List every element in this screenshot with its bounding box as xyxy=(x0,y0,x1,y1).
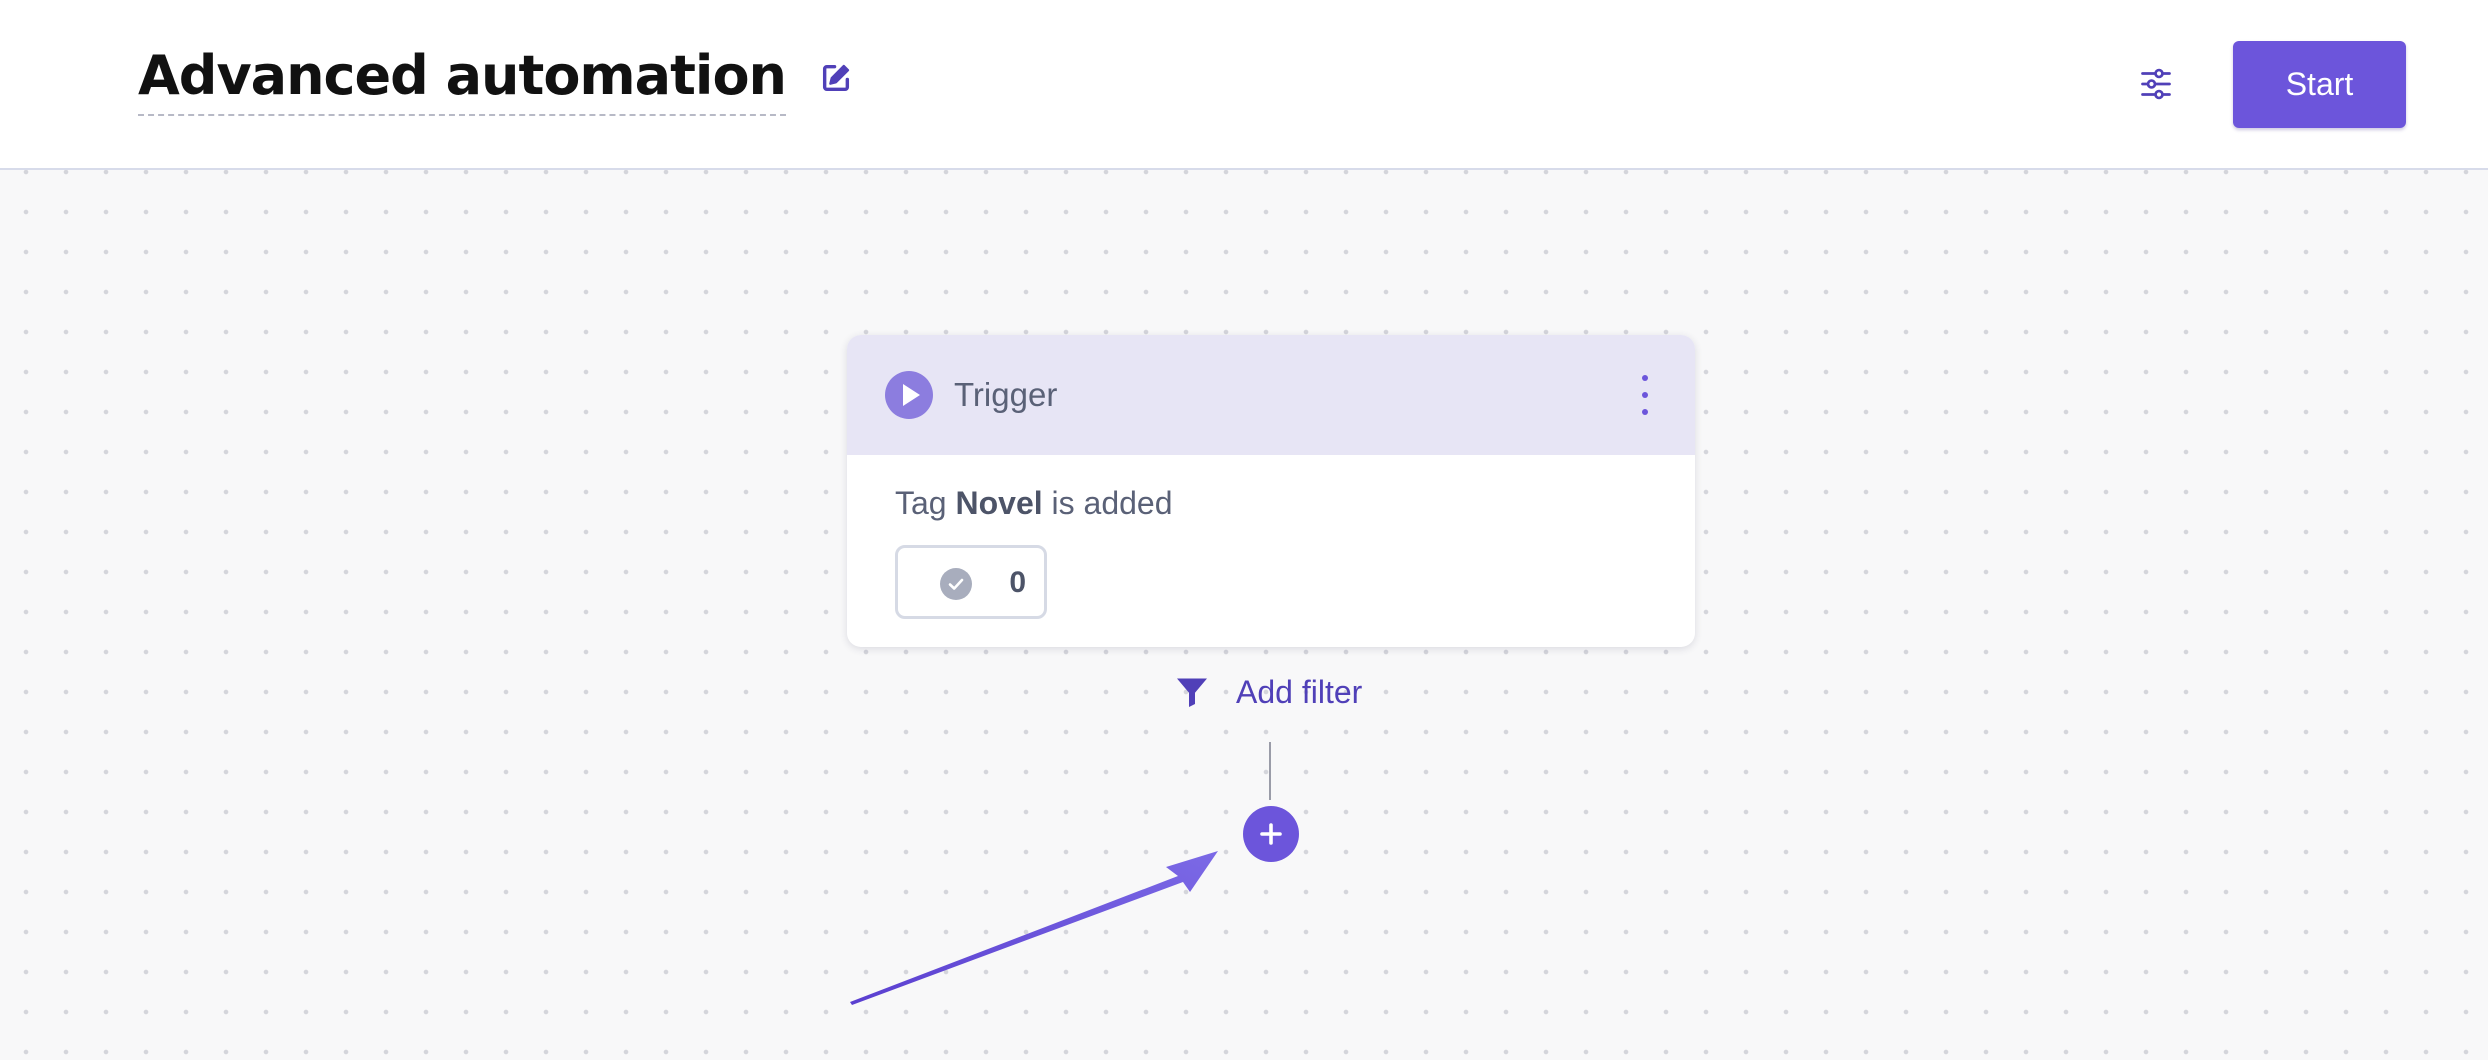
settings-button[interactable] xyxy=(2134,62,2178,106)
play-icon xyxy=(885,371,933,419)
trigger-card-title: Trigger xyxy=(954,376,1058,413)
start-button[interactable]: Start xyxy=(2233,41,2406,128)
trigger-description-prefix: Tag xyxy=(895,485,947,521)
sliders-icon xyxy=(2141,68,2171,100)
top-bar: Advanced automation Start xyxy=(0,0,2488,170)
completed-count-badge[interactable]: 0 xyxy=(895,545,1047,619)
page-title[interactable]: Advanced automation xyxy=(138,40,787,116)
trigger-description-suffix: is added xyxy=(1051,485,1173,521)
more-vertical-icon xyxy=(1642,375,1648,381)
edit-icon xyxy=(822,64,850,92)
more-options-button[interactable] xyxy=(1635,375,1655,415)
trigger-description: Tag Novel is added xyxy=(895,481,1173,525)
flow-connector-line xyxy=(1269,742,1271,800)
filter-icon xyxy=(1172,672,1212,712)
add-step-button[interactable] xyxy=(1243,806,1299,862)
title-area: Advanced automation xyxy=(138,40,856,116)
edit-title-button[interactable] xyxy=(816,58,856,98)
trigger-card-header: Trigger xyxy=(847,335,1695,455)
add-filter-button[interactable]: Add filter xyxy=(1172,670,1362,714)
trigger-card[interactable]: Trigger Tag Novel is added 0 xyxy=(847,335,1695,647)
check-circle-icon xyxy=(940,568,972,600)
tag-name: Novel xyxy=(955,485,1043,521)
add-filter-label: Add filter xyxy=(1236,674,1363,710)
plus-icon xyxy=(1260,823,1282,845)
completed-count: 0 xyxy=(1009,566,1026,599)
pointer-arrow-icon xyxy=(850,851,1218,1005)
